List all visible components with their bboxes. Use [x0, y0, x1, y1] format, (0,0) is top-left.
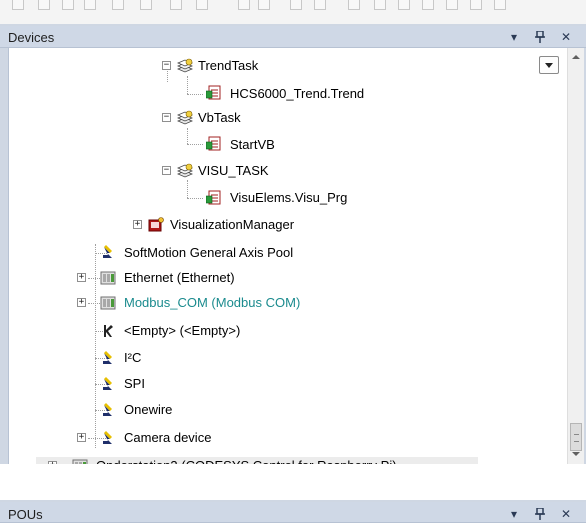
device-module-icon	[100, 270, 116, 286]
tree-node-softmotion-axis-pool[interactable]: SoftMotion General Axis Pool	[124, 243, 293, 263]
tree-node-onewire[interactable]: Onewire	[124, 400, 172, 420]
node-label: TrendTask	[198, 58, 259, 73]
node-label: HCS6000_Trend.Trend	[230, 86, 365, 101]
pous-panel-header: POUs ▾ ✕	[0, 502, 586, 523]
toolbar-button[interactable]	[374, 0, 386, 10]
close-icon[interactable]: ✕	[558, 506, 574, 522]
tree-dropdown-button[interactable]	[539, 56, 559, 74]
toolbar-button[interactable]	[258, 0, 270, 10]
scrollbar-thumb[interactable]	[570, 423, 582, 451]
tree-node-visu-task[interactable]: VISU_TASK	[198, 161, 269, 181]
program-call-icon	[205, 190, 222, 206]
tree-node-visualizationmanager[interactable]: VisualizationManager	[170, 215, 294, 235]
program-call-icon	[205, 136, 222, 152]
empty-slot-icon	[100, 323, 116, 339]
close-icon[interactable]: ✕	[558, 29, 574, 45]
bus-icon	[100, 402, 116, 418]
node-label: Onewire	[124, 402, 173, 417]
node-label: <Empty> (<Empty>)	[124, 323, 241, 338]
toolbar-button[interactable]	[470, 0, 482, 10]
tree-line	[187, 198, 203, 199]
scroll-up-icon[interactable]	[572, 55, 580, 59]
expand-expander[interactable]: +	[77, 298, 86, 307]
tree-line	[167, 68, 168, 82]
toolbar-button[interactable]	[422, 0, 434, 10]
tree-node-startvb[interactable]: StartVB	[230, 135, 275, 155]
toolbar-button[interactable]	[196, 0, 208, 10]
expand-expander[interactable]: +	[77, 273, 86, 282]
toolbar-button[interactable]	[290, 0, 302, 10]
toolbar-button[interactable]	[38, 0, 50, 10]
tree-node-hcs6000-trend[interactable]: HCS6000_Trend.Trend	[230, 84, 364, 104]
devices-panel-header: Devices ▾ ✕	[0, 26, 586, 48]
toolbar-button[interactable]	[348, 0, 360, 10]
toolbar-button[interactable]	[112, 0, 124, 10]
pous-panel-title: POUs	[8, 507, 43, 522]
bus-icon	[100, 376, 116, 392]
axis-pool-icon	[100, 244, 116, 260]
tree-node-ethernet[interactable]: Ethernet (Ethernet)	[124, 268, 235, 288]
node-label: Modbus_COM (Modbus COM)	[124, 295, 301, 310]
collapse-expander[interactable]: −	[162, 113, 171, 122]
pin-icon[interactable]	[532, 506, 548, 522]
toolbar-button[interactable]	[398, 0, 410, 10]
panel-spacer	[0, 464, 586, 500]
tree-node-trendtask[interactable]: TrendTask	[198, 56, 258, 76]
tree-line	[187, 76, 188, 94]
toolbar-button[interactable]	[84, 0, 96, 10]
scroll-down-icon[interactable]	[572, 452, 580, 456]
toolbar-button[interactable]	[62, 0, 74, 10]
node-label: VISU_TASK	[198, 163, 269, 178]
devices-panel-title: Devices	[8, 30, 55, 45]
tree-line	[187, 94, 203, 95]
tree-node-i2c[interactable]: I²C	[124, 348, 141, 368]
node-label: Ethernet (Ethernet)	[124, 270, 235, 285]
tree-node-modbus-com[interactable]: Modbus_COM (Modbus COM)	[124, 293, 300, 313]
node-label: VisuElems.Visu_Prg	[230, 190, 348, 205]
toolbar-button[interactable]	[140, 0, 152, 10]
collapse-expander[interactable]: −	[162, 166, 171, 175]
collapse-expander[interactable]: −	[162, 61, 171, 70]
tree-line	[187, 128, 188, 144]
node-label: StartVB	[230, 137, 275, 152]
toolbar-button[interactable]	[494, 0, 506, 10]
toolbar-button[interactable]	[314, 0, 326, 10]
node-label: SPI	[124, 376, 145, 391]
toolbar-strip	[0, 0, 586, 24]
node-label: Camera device	[124, 430, 212, 445]
tree-node-spi[interactable]: SPI	[124, 374, 145, 394]
task-icon	[176, 58, 194, 74]
task-icon	[176, 163, 194, 179]
node-label: VbTask	[198, 110, 241, 125]
bus-icon	[100, 350, 116, 366]
toolbar-button[interactable]	[170, 0, 182, 10]
camera-device-icon	[100, 430, 116, 446]
node-label: VisualizationManager	[170, 217, 295, 232]
panel-menu-icon[interactable]: ▾	[506, 506, 522, 522]
tree-node-empty[interactable]: <Empty> (<Empty>)	[124, 321, 240, 341]
tree-line	[187, 144, 203, 145]
vertical-scrollbar[interactable]	[567, 48, 584, 464]
toolbar-button[interactable]	[446, 0, 458, 10]
tree-line	[95, 244, 96, 448]
panel-menu-icon[interactable]: ▾	[506, 29, 522, 45]
device-module-icon	[100, 295, 116, 311]
node-label: I²C	[124, 350, 142, 365]
tree-node-vbtask[interactable]: VbTask	[198, 108, 241, 128]
program-call-icon	[205, 85, 222, 101]
expand-expander[interactable]: +	[77, 433, 86, 442]
tree-node-camera-device[interactable]: Camera device	[124, 428, 211, 448]
task-icon	[176, 110, 194, 126]
tree-node-visuelems-visu-prg[interactable]: VisuElems.Visu_Prg	[230, 188, 347, 208]
toolbar-button[interactable]	[12, 0, 24, 10]
node-label: SoftMotion General Axis Pool	[124, 245, 294, 260]
pin-icon[interactable]	[532, 29, 548, 45]
visualization-manager-icon	[148, 217, 164, 233]
toolbar-button[interactable]	[238, 0, 250, 10]
tree-line	[187, 180, 188, 198]
expand-expander[interactable]: +	[133, 220, 142, 229]
